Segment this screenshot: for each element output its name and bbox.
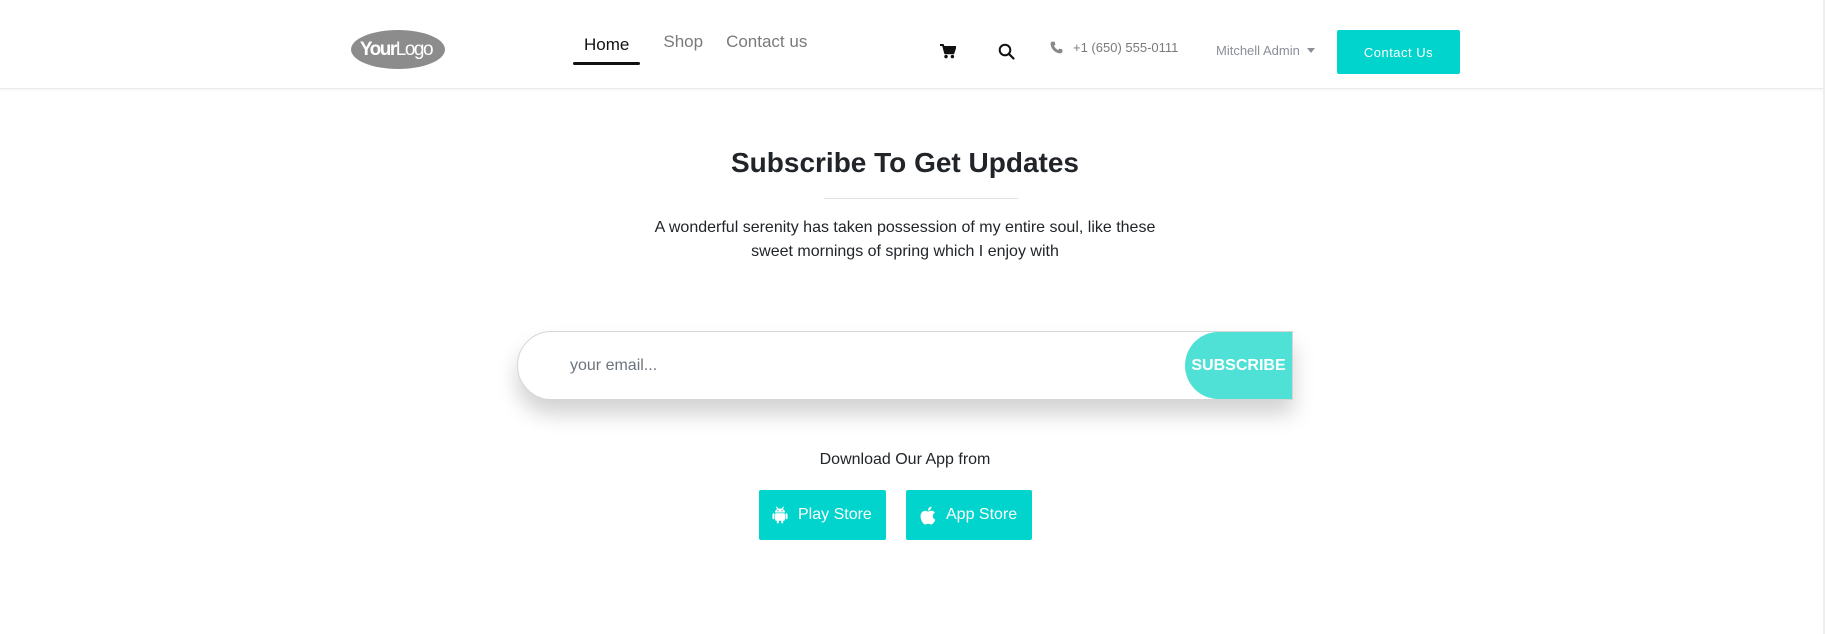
cart-icon — [940, 43, 956, 58]
chevron-down-icon — [1306, 48, 1315, 53]
app-store-label: App Store — [946, 506, 1018, 523]
apple-icon — [920, 506, 936, 524]
phone-number: +1 (650) 555-0111 — [1073, 40, 1179, 55]
logo-image: YourLogo — [351, 30, 445, 69]
play-store-label: Play Store — [798, 506, 872, 523]
title-divider — [824, 198, 1018, 199]
site-logo[interactable]: YourLogo — [350, 29, 446, 70]
svg-text:YourLogo: YourLogo — [360, 39, 433, 60]
user-menu[interactable]: Mitchell Admin — [1216, 43, 1315, 58]
search-icon — [998, 43, 1015, 60]
download-label: Download Our App from — [819, 451, 991, 468]
phone-contact[interactable]: +1 (650) 555-0111 — [1050, 40, 1178, 55]
android-icon — [772, 506, 788, 524]
email-input[interactable] — [568, 332, 1168, 399]
page: YourLogo Home Shop Contact us +1 (650) 5… — [0, 0, 1825, 634]
nav-contact[interactable]: Contact us — [726, 32, 807, 52]
play-store-button[interactable]: Play Store — [759, 490, 886, 540]
search-button[interactable] — [994, 39, 1018, 63]
section-description: A wonderful serenity has taken possessio… — [654, 219, 1156, 260]
site-header: YourLogo Home Shop Contact us +1 (650) 5… — [0, 0, 1825, 89]
main-nav: Home Shop Contact us — [573, 32, 830, 65]
contact-us-button[interactable]: Contact Us — [1337, 30, 1460, 74]
nav-shop[interactable]: Shop — [663, 32, 703, 52]
cart-button[interactable] — [936, 39, 960, 63]
app-store-button[interactable]: App Store — [906, 490, 1032, 540]
section-title: Subscribe To Get Updates — [731, 147, 1079, 178]
nav-home[interactable]: Home — [573, 25, 641, 65]
subscribe-button[interactable]: SUBSCRIBE — [1185, 332, 1292, 399]
subscribe-form: SUBSCRIBE — [517, 331, 1293, 400]
user-name: Mitchell Admin — [1216, 43, 1300, 58]
phone-icon — [1050, 41, 1063, 54]
